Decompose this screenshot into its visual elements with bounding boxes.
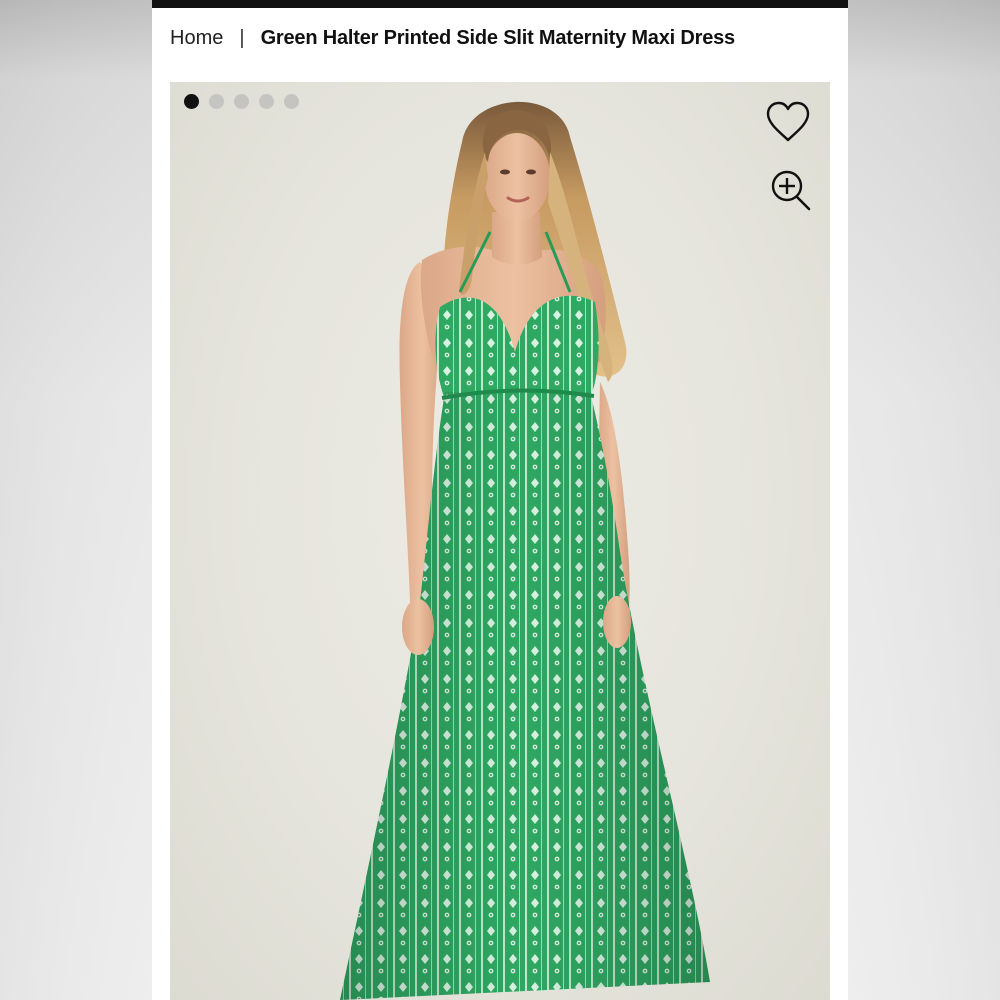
- breadcrumb-home-link[interactable]: Home: [170, 27, 223, 50]
- heart-icon[interactable]: [764, 100, 812, 144]
- gallery-dot-5[interactable]: [284, 94, 299, 109]
- left-background-blur: [0, 0, 152, 1000]
- zoom-in-icon[interactable]: [770, 168, 812, 212]
- breadcrumb: Home | Green Halter Printed Side Slit Ma…: [170, 24, 735, 52]
- product-photo: [340, 101, 710, 1000]
- breadcrumb-current-page: Green Halter Printed Side Slit Maternity…: [260, 26, 736, 49]
- product-page: Home | Green Halter Printed Side Slit Ma…: [152, 0, 848, 1000]
- right-background-blur: [848, 0, 1000, 1000]
- product-image-gallery[interactable]: [170, 82, 830, 1000]
- gallery-dot-1[interactable]: [184, 94, 199, 109]
- header-bar: [152, 0, 848, 8]
- gallery-pagination: [184, 94, 299, 109]
- gallery-dot-4[interactable]: [259, 94, 274, 109]
- breadcrumb-separator: |: [239, 26, 245, 49]
- gallery-dot-2[interactable]: [209, 94, 224, 109]
- gallery-dot-3[interactable]: [234, 94, 249, 109]
